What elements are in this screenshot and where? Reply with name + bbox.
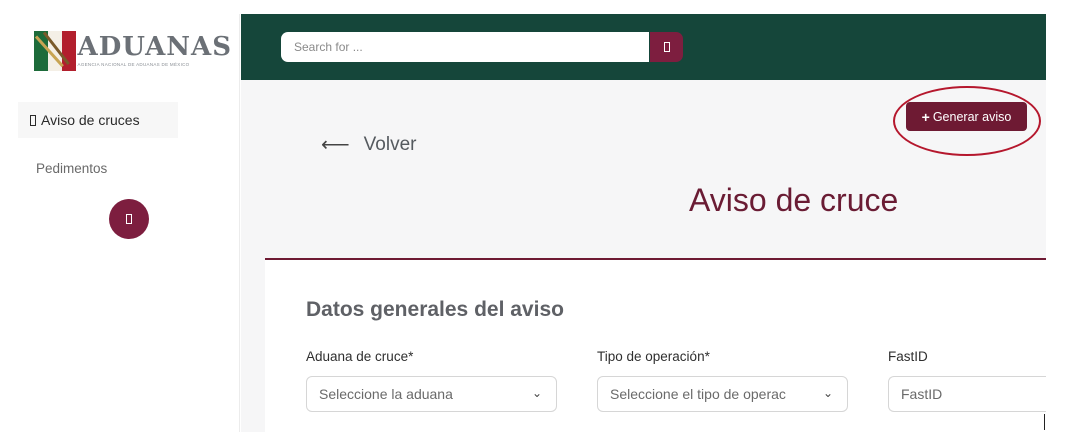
- text-cursor: [1044, 414, 1045, 430]
- generate-button-label: Generar aviso: [932, 109, 1012, 124]
- page-title: Aviso de cruce: [689, 182, 899, 218]
- sidebar-toggle-icon: [126, 214, 132, 224]
- tipo-operacion-select-value: Seleccione el tipo de operac: [610, 386, 786, 402]
- aduana-select[interactable]: Seleccione la aduana ⌄: [306, 376, 557, 412]
- fastid-label: FastID: [888, 349, 928, 364]
- back-link[interactable]: ⟵ Volver: [321, 132, 416, 157]
- plus-icon: +: [921, 108, 930, 125]
- sidebar-item-pedimentos[interactable]: Pedimentos: [18, 150, 178, 186]
- aduana-label: Aduana de cruce*: [306, 349, 414, 364]
- sidebar-item-aviso-de-cruces[interactable]: Aviso de cruces: [18, 102, 178, 138]
- search-button[interactable]: [650, 32, 683, 62]
- logo[interactable]: ADUANAS AGENCIA NACIONAL DE ADUANAS DE M…: [32, 22, 232, 78]
- sidebar-item-label: Aviso de cruces: [41, 112, 140, 128]
- fastid-input[interactable]: FastID: [888, 376, 1048, 412]
- window-edge: [1046, 14, 1078, 432]
- arrow-left-icon: ⟵: [321, 134, 350, 156]
- section-title: Datos generales del aviso: [306, 298, 564, 321]
- nav-glyph-icon: [30, 114, 36, 126]
- app-window: ADUANAS AGENCIA NACIONAL DE ADUANAS DE M…: [0, 0, 1078, 437]
- logo-text: ADUANAS AGENCIA NACIONAL DE ADUANAS DE M…: [78, 33, 232, 67]
- fastid-placeholder: FastID: [901, 386, 943, 402]
- chevron-down-icon: ⌄: [531, 386, 542, 400]
- aduanas-logo-icon: [32, 27, 76, 73]
- tipo-operacion-select[interactable]: Seleccione el tipo de operac ⌄: [597, 376, 848, 412]
- sidebar-item-label: Pedimentos: [36, 160, 108, 176]
- generate-aviso-button[interactable]: + Generar aviso: [906, 102, 1027, 131]
- sidebar-toggle-button[interactable]: [109, 199, 149, 239]
- sidebar: ADUANAS AGENCIA NACIONAL DE ADUANAS DE M…: [18, 14, 240, 432]
- search-icon: [663, 42, 670, 52]
- form-card: Datos generales del aviso Aduana de cruc…: [265, 258, 1048, 432]
- main-content: ⟵ Volver + Generar aviso Aviso de cruce …: [241, 80, 1048, 432]
- tipo-operacion-label: Tipo de operación*: [597, 349, 710, 364]
- logo-subtitle: AGENCIA NACIONAL DE ADUANAS DE MÉXICO: [77, 62, 190, 67]
- top-bar: Search for ...: [241, 14, 1046, 80]
- search-input[interactable]: Search for ...: [281, 32, 649, 62]
- aduana-select-value: Seleccione la aduana: [319, 386, 453, 402]
- search-placeholder: Search for ...: [294, 40, 363, 54]
- logo-title: ADUANAS: [77, 32, 232, 62]
- back-label: Volver: [363, 133, 417, 155]
- chevron-down-icon: ⌄: [822, 386, 833, 400]
